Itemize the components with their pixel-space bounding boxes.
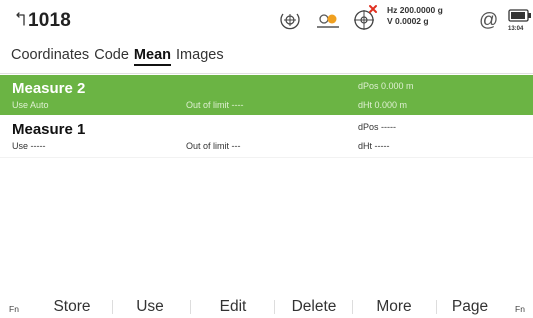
battery-icon [508, 9, 531, 22]
page-button[interactable]: Page [438, 298, 502, 316]
page-title: 1018 [28, 10, 72, 31]
at-icon[interactable]: @ [479, 10, 498, 32]
header-bar: 1018 Hz 200.0000 g V 0.0002 g @ 13:04 [0, 0, 533, 44]
tab-code[interactable]: Code [94, 47, 129, 63]
key-separator [274, 300, 275, 314]
delete-button[interactable]: Delete [280, 298, 348, 316]
v-angle: V 0.0002 g [387, 16, 429, 26]
prism-icon[interactable] [315, 12, 341, 30]
hz-angle: Hz 200.0000 g [387, 5, 443, 15]
measure-dpos: dPos 0.000 m [358, 81, 414, 91]
battery-time: 13:04 [508, 26, 524, 32]
edit-button[interactable]: Edit [200, 298, 266, 316]
tab-coordinates[interactable]: Coordinates [11, 47, 89, 63]
back-arrow-icon[interactable] [13, 12, 27, 28]
row-divider [0, 157, 533, 158]
measure-dpos: dPos ----- [358, 122, 396, 132]
measure-name: Measure 1 [12, 121, 86, 138]
more-button[interactable]: More [356, 298, 432, 316]
measure-out-of-limit: Out of limit ---- [186, 100, 244, 110]
key-separator [436, 300, 437, 314]
use-button[interactable]: Use [122, 298, 178, 316]
measure-dht: dHt 0.000 m [358, 100, 408, 110]
angle-readout: Hz 200.0000 g V 0.0002 g [387, 5, 443, 27]
measure-dht: dHt ----- [358, 141, 390, 151]
tab-images[interactable]: Images [176, 47, 224, 63]
tab-divider [0, 73, 533, 74]
list-item-measure-1[interactable]: Measure 1 Use ----- Out of limit --- dPo… [0, 116, 533, 156]
store-button[interactable]: Store [43, 298, 101, 316]
gps-satellite-icon[interactable] [351, 4, 379, 32]
key-separator [112, 300, 113, 314]
key-separator [352, 300, 353, 314]
function-key-bar: Fn Store Use Edit Delete More Page Fn [0, 294, 533, 318]
key-separator [190, 300, 191, 314]
crosshair-target-icon[interactable] [278, 8, 302, 32]
list-item-measure-2[interactable]: Measure 2 Use Auto Out of limit ---- dPo… [0, 75, 533, 115]
measure-name: Measure 2 [12, 80, 86, 97]
measure-out-of-limit: Out of limit --- [186, 141, 241, 151]
measure-use: Use ----- [12, 141, 46, 151]
fn-left-key[interactable]: Fn [9, 304, 19, 314]
fn-right-key[interactable]: Fn [515, 304, 525, 314]
tab-bar: Coordinates Code Mean Images [11, 47, 225, 69]
tab-mean[interactable]: Mean [133, 47, 171, 66]
measure-use: Use Auto [12, 100, 49, 110]
